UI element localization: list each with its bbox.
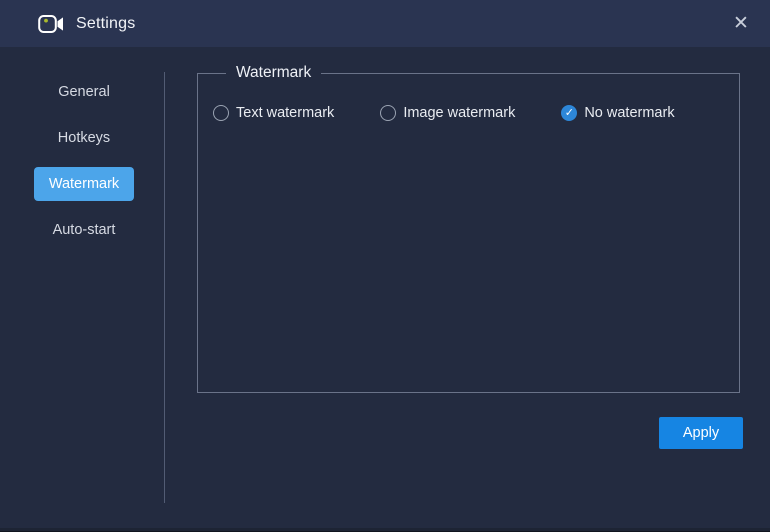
settings-window: Settings ✕ General Hotkeys Watermark Aut… <box>0 0 770 532</box>
titlebar: Settings ✕ <box>0 0 770 47</box>
radio-text-watermark[interactable]: Text watermark <box>213 105 334 121</box>
watermark-options: Text watermark Image watermark ✓ No wate… <box>213 105 729 121</box>
radio-no-watermark[interactable]: ✓ No watermark <box>561 105 675 121</box>
groupbox-legend: Watermark <box>226 64 322 82</box>
radio-label: Image watermark <box>403 105 516 121</box>
radio-image-watermark[interactable]: Image watermark <box>380 105 515 121</box>
video-camera-icon <box>38 14 63 33</box>
sidebar-item-watermark[interactable]: Watermark <box>34 167 134 201</box>
close-icon[interactable]: ✕ <box>722 0 760 47</box>
watermark-groupbox: Watermark Text watermark Image watermark… <box>197 64 740 393</box>
window-title: Settings <box>76 14 136 32</box>
sidebar-divider <box>164 72 165 503</box>
radio-label: Text watermark <box>236 105 335 121</box>
sidebar-item-general[interactable]: General <box>34 75 134 109</box>
radio-circle-icon[interactable] <box>213 105 229 121</box>
settings-nav: General Hotkeys Watermark Auto-start <box>34 75 134 247</box>
sidebar-item-hotkeys[interactable]: Hotkeys <box>34 121 134 155</box>
sidebar-item-auto-start[interactable]: Auto-start <box>34 213 134 247</box>
radio-label: No watermark <box>584 105 675 121</box>
apply-button[interactable]: Apply <box>659 417 743 449</box>
radio-circle-icon[interactable] <box>380 105 397 121</box>
checked-circle-icon[interactable]: ✓ <box>561 105 578 121</box>
